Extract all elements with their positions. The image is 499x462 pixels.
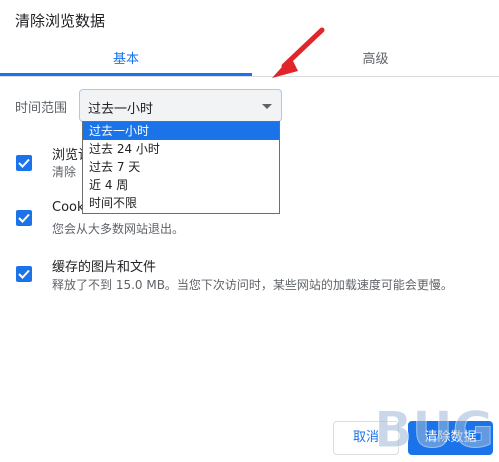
time-range-option-all[interactable]: 时间不限 [83, 194, 279, 212]
cached-images-title: 缓存的图片和文件 [52, 260, 157, 275]
time-range-select[interactable]: 过去一小时 [79, 89, 282, 122]
browsing-history-desc: 清除 [52, 165, 77, 179]
cookies-desc: 您会从大多数网站退出。 [52, 222, 185, 236]
checkmark-icon [18, 213, 30, 223]
time-range-option-7d[interactable]: 过去 7 天 [83, 158, 279, 176]
cached-images-checkbox[interactable] [16, 266, 32, 282]
time-range-option-24h[interactable]: 过去 24 小时 [83, 140, 279, 158]
chevron-down-icon [262, 104, 272, 109]
time-range-option-1h[interactable]: 过去一小时 [83, 122, 279, 140]
cookies-title: Cook [52, 200, 85, 215]
time-range-selected-value: 过去一小时 [88, 102, 154, 117]
time-range-option-4w[interactable]: 近 4 周 [83, 176, 279, 194]
cookies-checkbox[interactable] [16, 210, 32, 226]
browsing-history-checkbox[interactable] [16, 155, 32, 171]
time-range-dropdown: 过去一小时 过去 24 小时 过去 7 天 近 4 周 时间不限 [82, 121, 280, 214]
cached-images-desc: 释放了不到 15.0 MB。当您下次访问时，某些网站的加载速度可能会更慢。 [52, 278, 453, 292]
checkmark-icon [18, 158, 30, 168]
checkmark-icon [18, 269, 30, 279]
clear-data-button[interactable]: 清除数据 [408, 421, 493, 455]
time-range-label: 时间范围 [15, 101, 68, 116]
cancel-button[interactable]: 取消 [333, 421, 399, 455]
